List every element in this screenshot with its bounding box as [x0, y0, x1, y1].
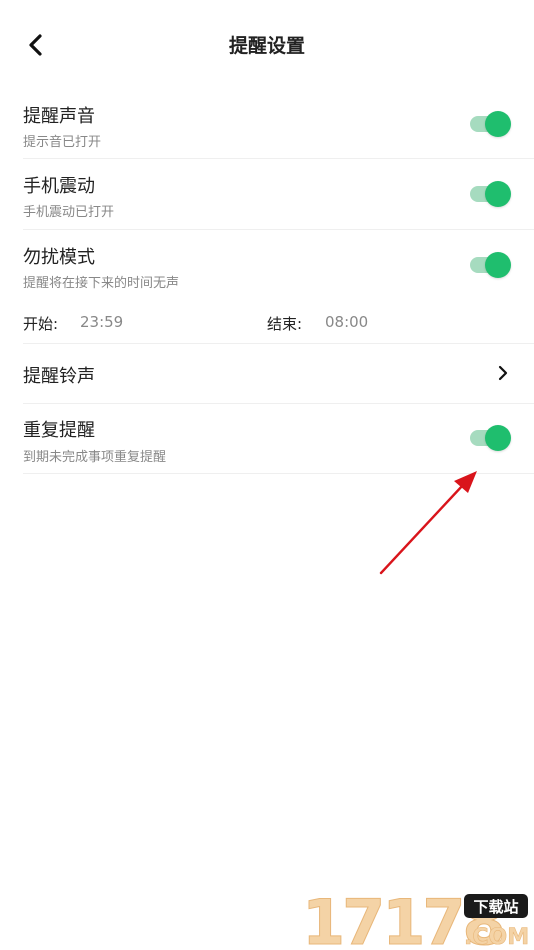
setting-title: 提醒声音	[23, 106, 95, 127]
setting-title: 手机震动	[23, 176, 95, 197]
setting-title: 重复提醒	[23, 420, 95, 441]
setting-subtitle: 到期未完成事项重复提醒	[23, 450, 167, 465]
setting-row-repeat: 重复提醒 到期未完成事项重复提醒	[23, 405, 534, 474]
top-bar: 提醒设置	[0, 0, 534, 90]
toggle-knob	[485, 425, 511, 451]
dnd-toggle[interactable]	[470, 252, 511, 278]
chevron-right-icon[interactable]	[493, 363, 513, 383]
start-label: 开始:	[23, 315, 59, 333]
setting-row-ringtone[interactable]: 提醒铃声	[23, 345, 534, 404]
dnd-time-range: 开始: 23:59 结束: 08:00	[23, 302, 534, 344]
setting-row-vibrate: 手机震动 手机震动已打开	[23, 160, 534, 230]
toggle-knob	[485, 111, 511, 137]
end-time[interactable]: 08:00	[325, 313, 368, 331]
setting-subtitle: 提醒将在接下来的时间无声	[23, 276, 180, 291]
repeat-toggle[interactable]	[470, 425, 511, 451]
toggle-knob	[485, 181, 511, 207]
vibrate-toggle[interactable]	[470, 181, 511, 207]
page-title: 提醒设置	[228, 35, 305, 57]
setting-row-dnd: 勿扰模式 提醒将在接下来的时间无声	[23, 231, 534, 302]
sound-toggle[interactable]	[470, 111, 511, 137]
setting-subtitle: 提示音已打开	[23, 135, 102, 150]
toggle-knob	[485, 252, 511, 278]
setting-subtitle: 手机震动已打开	[23, 205, 115, 220]
setting-title: 勿扰模式	[23, 247, 95, 268]
start-time[interactable]: 23:59	[80, 313, 123, 331]
svg-text:.COM: .COM	[464, 925, 529, 948]
setting-title: 提醒铃声	[23, 366, 95, 387]
end-label: 结束:	[267, 315, 303, 333]
svg-text:下载站: 下载站	[473, 898, 518, 916]
setting-row-sound: 提醒声音 提示音已打开	[23, 90, 534, 159]
watermark-logo: 17178 下载站 .COM	[302, 890, 529, 948]
